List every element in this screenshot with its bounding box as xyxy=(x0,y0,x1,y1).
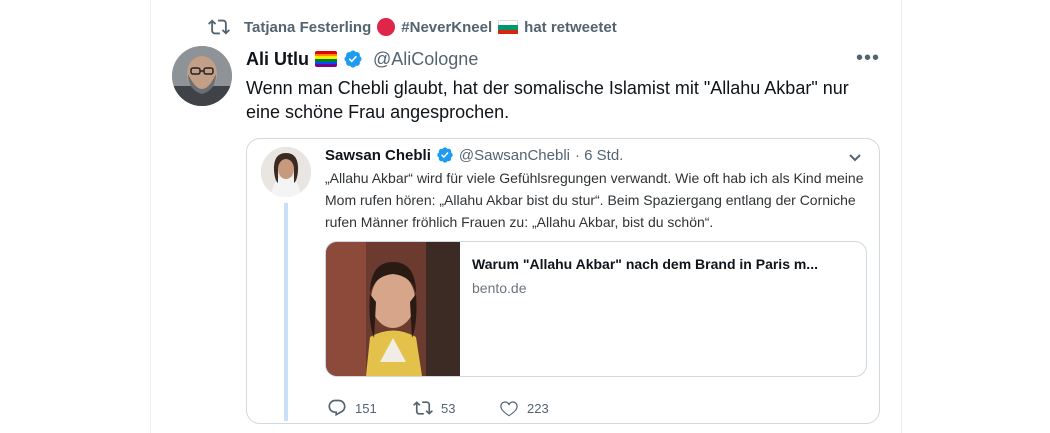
verified-badge-icon xyxy=(344,50,362,68)
retweet-count: 53 xyxy=(441,400,456,416)
retweet-suffix: hat retweetet xyxy=(524,18,617,36)
rainbow-flag-icon xyxy=(315,51,337,67)
like-count: 223 xyxy=(527,400,549,416)
tweet-text: Wenn man Chebli glaubt, hat der somalisc… xyxy=(246,78,849,122)
retweet-icon xyxy=(413,401,433,415)
red-circle-emoji xyxy=(377,18,396,36)
link-card-domain: bento.de xyxy=(472,280,527,296)
retweeter-tag: #NeverKneel xyxy=(401,18,493,36)
reply-icon xyxy=(328,399,346,417)
quoted-header: Sawsan Chebli @SawsanChebli · 6 Std. xyxy=(325,145,623,165)
heart-icon xyxy=(500,401,518,417)
link-card-image xyxy=(326,242,460,376)
author-name[interactable]: Ali Utlu xyxy=(246,49,309,70)
quoted-author-name[interactable]: Sawsan Chebli xyxy=(325,147,431,164)
quoted-avatar-image xyxy=(261,147,311,197)
reply-count: 151 xyxy=(355,400,377,416)
quoted-timestamp[interactable]: · 6 Std. xyxy=(575,147,623,164)
retweet-button[interactable]: 53 xyxy=(413,398,499,418)
quoted-actions: 151 53 223 xyxy=(327,397,585,419)
author-avatar-image xyxy=(172,46,232,106)
bulgaria-flag-icon xyxy=(498,20,519,34)
quoted-author-handle[interactable]: @SawsanChebli xyxy=(459,147,570,164)
tweet-header: Ali Utlu @AliCologne xyxy=(246,46,478,72)
thread-line xyxy=(284,203,288,421)
author-handle[interactable]: @AliCologne xyxy=(373,49,478,70)
retweet-context: Tatjana Festerling #NeverKneel hat retwe… xyxy=(208,14,617,40)
verified-badge-icon xyxy=(437,147,453,163)
reply-button[interactable]: 151 xyxy=(327,398,413,418)
retweet-icon xyxy=(208,19,230,35)
quoted-tweet[interactable]: Sawsan Chebli @SawsanChebli · 6 Std. „Al… xyxy=(246,138,880,424)
link-card[interactable]: Warum "Allahu Akbar" nach dem Brand in P… xyxy=(325,241,867,377)
quoted-text: „Allahu Akbar“ wird für viele Gefühlsreg… xyxy=(325,170,864,230)
link-card-title: Warum "Allahu Akbar" nach dem Brand in P… xyxy=(472,256,818,272)
quoted-author-avatar[interactable] xyxy=(261,147,311,197)
like-button[interactable]: 223 xyxy=(499,398,585,418)
chevron-down-icon[interactable] xyxy=(847,149,863,165)
retweeter-name[interactable]: Tatjana Festerling xyxy=(244,19,371,36)
author-avatar[interactable] xyxy=(172,46,232,106)
more-options-icon[interactable]: ••• xyxy=(856,48,880,68)
